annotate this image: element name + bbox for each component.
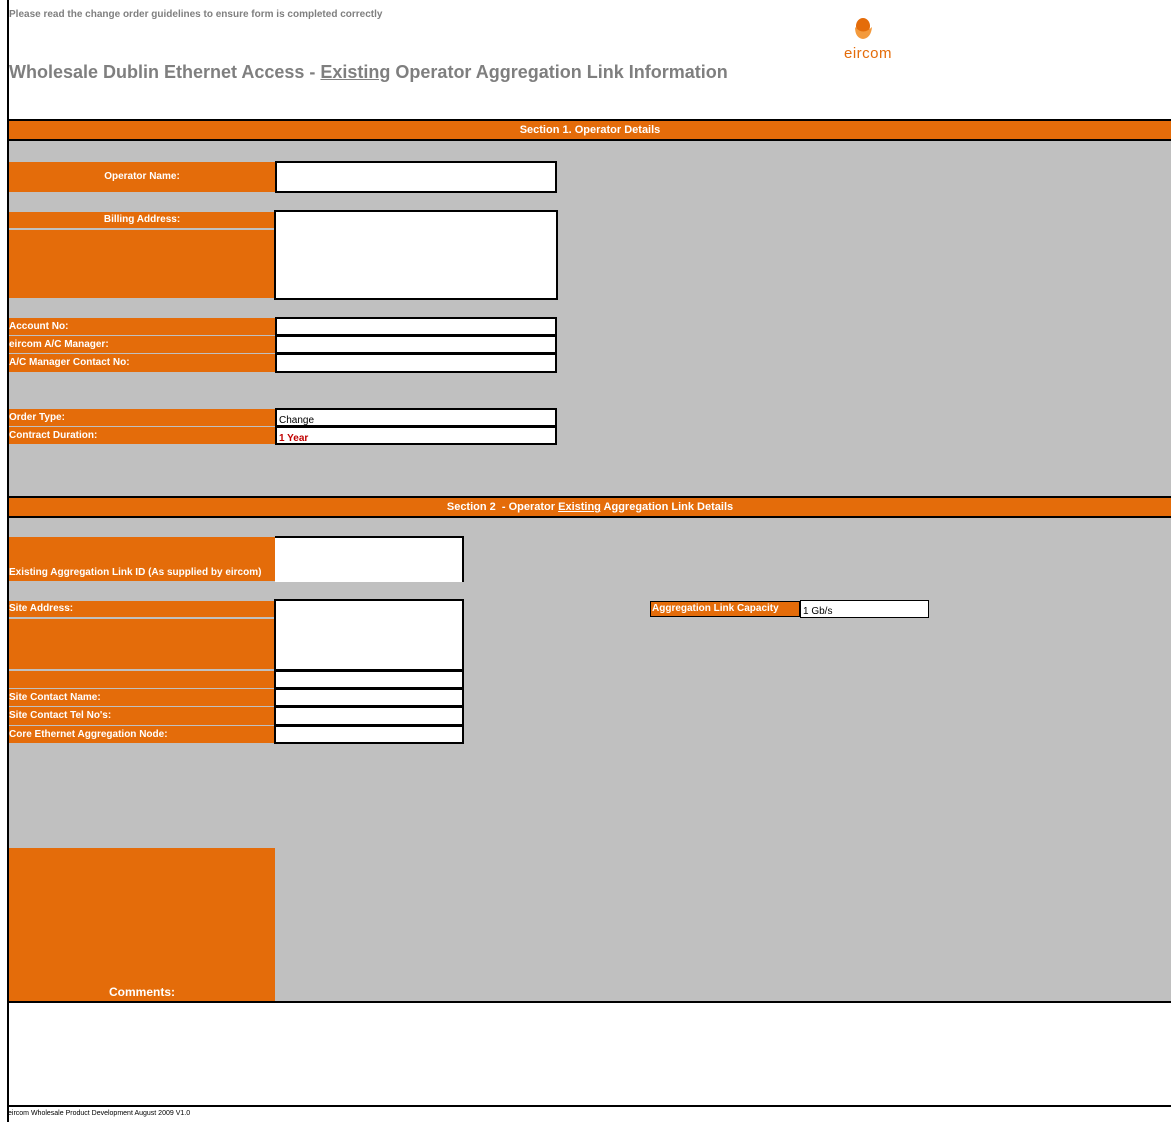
capacity-label: Aggregation Link Capacity (652, 603, 779, 614)
site-contact-tel-field[interactable] (274, 706, 464, 726)
site-address-extra-cell (9, 671, 275, 688)
page-title-prefix: Wholesale Dublin Ethernet Access - (9, 62, 321, 82)
billing-address-label-cell: Billing Address: (9, 212, 275, 228)
ac-manager-label-cell: eircom A/C Manager: (9, 336, 275, 353)
guideline-notice: Please read the change order guidelines … (9, 9, 383, 20)
comments-field[interactable] (9, 1001, 1171, 1107)
order-type-label-cell: Order Type: (9, 409, 275, 426)
order-type-value: Change (279, 415, 315, 426)
comments-value (9, 1008, 11, 1019)
core-node-label-cell: Core Ethernet Aggregation Node: (9, 726, 275, 743)
page-title: Wholesale Dublin Ethernet Access - Exist… (9, 62, 728, 83)
account-no-label: Account No: (9, 321, 69, 332)
site-address-label: Site Address: (9, 603, 74, 614)
ac-manager-contact-label-cell: A/C Manager Contact No: (9, 354, 275, 372)
section2-header-text: Section 2 - Operator Existing Aggregatio… (9, 498, 1171, 516)
site-contact-name-label-cell: Site Contact Name: (9, 689, 275, 706)
section2-header-prefix: Section 2 - Operator (446, 501, 559, 513)
ac-manager-contact-label: A/C Manager Contact No: (9, 357, 130, 368)
billing-address-label-block (9, 230, 275, 298)
page-title-emphasis: Existing (320, 62, 391, 82)
ac-manager-field[interactable] (275, 335, 557, 354)
capacity-value: 1 Gb/s (803, 606, 833, 617)
site-contact-name-field[interactable] (274, 688, 464, 707)
account-no-value (277, 324, 279, 335)
footer-text: eircom Wholesale Product Development Aug… (8, 1110, 191, 1117)
core-node-value (276, 732, 278, 743)
site-address-label-cell: Site Address: (9, 601, 275, 617)
link-id-label-cell: Existing Aggregation Link ID (As supplie… (9, 537, 275, 581)
billing-address-field[interactable] (274, 210, 558, 300)
link-id-value (275, 543, 277, 554)
site-contact-name-label: Site Contact Name: (9, 692, 101, 703)
capacity-field[interactable]: 1 Gb/s (800, 600, 929, 618)
site-address-field[interactable] (274, 599, 464, 671)
contract-duration-field[interactable]: 1 Year (275, 426, 557, 445)
site-address-label-block (9, 619, 275, 669)
section2-header-emphasis: Existing (558, 501, 601, 513)
billing-address-label: Billing Address: (103, 214, 181, 225)
ac-manager-value (277, 342, 279, 353)
capacity-label-cell: Aggregation Link Capacity (650, 601, 800, 617)
site-contact-name-value (276, 695, 278, 706)
account-no-label-cell: Account No: (9, 318, 275, 335)
operator-name-label: Operator Name: (104, 171, 180, 182)
operator-name-field[interactable] (275, 161, 557, 193)
order-type-label: Order Type: (9, 412, 65, 423)
site-address-value (276, 606, 278, 617)
ac-manager-contact-field[interactable] (275, 353, 557, 373)
comments-label-cell: Comments: (9, 848, 275, 1001)
contract-duration-value: 1 Year (279, 433, 309, 444)
core-node-label: Core Ethernet Aggregation Node: (9, 729, 168, 740)
page-title-suffix: Operator Aggregation Link Information (390, 62, 728, 82)
link-id-field[interactable] (275, 536, 464, 582)
order-type-field[interactable]: Change (275, 408, 557, 427)
comments-label: Comments: (108, 985, 175, 999)
eircom-logo-wordmark: eircom (844, 45, 893, 62)
operator-name-label-cell: Operator Name: (9, 162, 275, 192)
eircom-logo: eircom (836, 14, 896, 62)
account-no-field[interactable] (275, 317, 557, 336)
billing-address-value (276, 217, 278, 228)
link-id-label: Existing Aggregation Link ID (As supplie… (9, 567, 262, 578)
eircom-logo-icon (855, 18, 872, 39)
site-contact-tel-value (276, 713, 278, 724)
section2-header-suffix: Aggregation Link Details (600, 501, 734, 513)
site-contact-tel-label-cell: Site Contact Tel No's: (9, 707, 275, 725)
core-node-field[interactable] (274, 725, 464, 744)
contract-duration-label: Contract Duration: (9, 430, 98, 441)
section2-header: Section 2 - Operator Existing Aggregatio… (9, 496, 1171, 518)
ac-manager-label: eircom A/C Manager: (9, 339, 109, 350)
ac-manager-contact-value (277, 360, 279, 371)
section1-header-text: Section 1. Operator Details (519, 124, 661, 136)
operator-name-value (277, 168, 279, 179)
site-address-line-field[interactable] (274, 670, 464, 689)
contract-duration-label-cell: Contract Duration: (9, 427, 275, 444)
section1-header: Section 1. Operator Details (9, 119, 1171, 141)
site-contact-tel-label: Site Contact Tel No's: (9, 710, 112, 721)
